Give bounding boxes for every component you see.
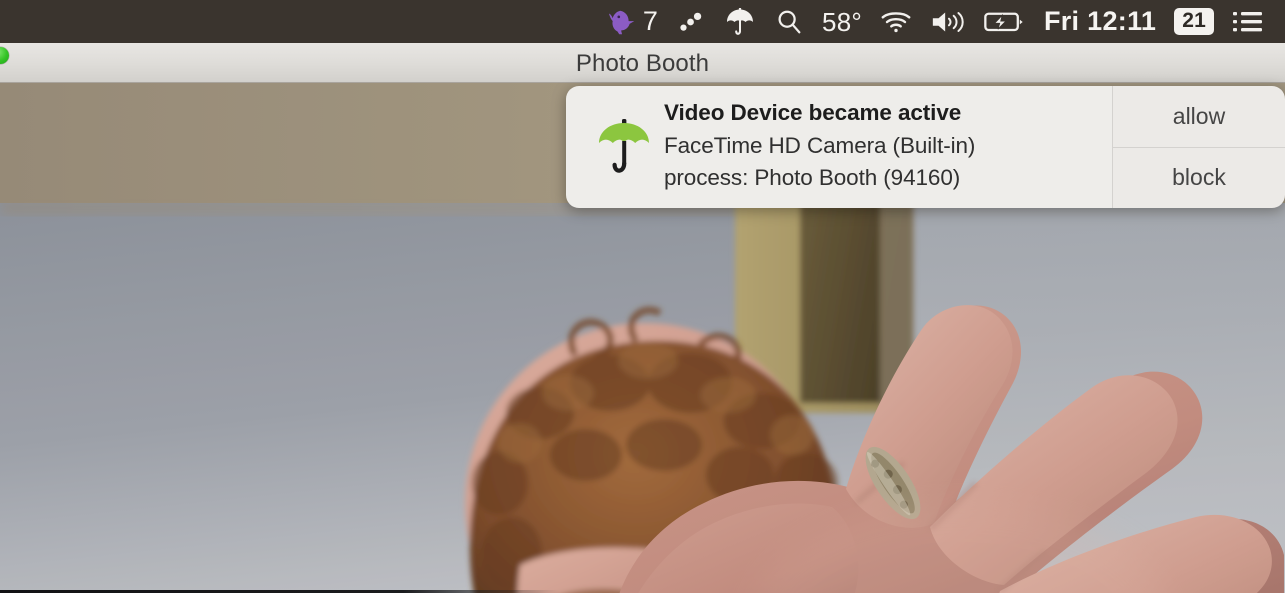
window-title: Photo Booth	[575, 50, 710, 77]
umbrella-icon	[588, 117, 660, 177]
menu-item-dots[interactable]	[667, 0, 715, 43]
calendar-day-badge: 21	[1174, 7, 1214, 36]
wifi-icon	[880, 8, 912, 36]
menu-item-calendar-day[interactable]: 21	[1165, 0, 1223, 43]
volume-icon	[930, 8, 966, 36]
notification-body: Video Device became active FaceTime HD C…	[566, 86, 1112, 208]
menu-item-clock[interactable]: Fri 12:11	[1035, 0, 1165, 43]
menu-item-griffin[interactable]: 7	[599, 0, 667, 43]
window-titlebar[interactable]: Photo Booth	[0, 43, 1285, 83]
notification-detail: process: Photo Booth (94160)	[664, 165, 961, 191]
umbrella-icon	[724, 6, 756, 38]
griffin-icon	[608, 7, 638, 37]
list-icon	[1232, 9, 1264, 35]
menu-item-volume[interactable]	[921, 0, 975, 43]
menu-bar: 7 58° Fri 12:11 21	[0, 0, 1285, 43]
notification-subtitle: FaceTime HD Camera (Built-in)	[664, 132, 976, 158]
block-button[interactable]: block	[1113, 148, 1285, 209]
notification-text: Video Device became active FaceTime HD C…	[660, 97, 975, 197]
menu-item-battery[interactable]	[975, 0, 1035, 43]
menu-item-wifi[interactable]	[871, 0, 921, 43]
battery-charging-icon	[984, 9, 1026, 35]
menu-item-micro-snitch[interactable]	[715, 0, 765, 43]
allow-button[interactable]: allow	[1113, 86, 1285, 148]
screen: Photo Booth 7 58° Fri 12:11 21 Video Dev…	[0, 0, 1285, 593]
griffin-count-label: 7	[642, 6, 659, 36]
notification-actions: allow block	[1112, 86, 1285, 208]
menu-item-spotlight[interactable]	[765, 0, 813, 43]
menu-item-weather[interactable]: 58°	[813, 0, 871, 43]
menu-item-notification-center[interactable]	[1223, 0, 1273, 43]
micro-snitch-notification[interactable]: Video Device became active FaceTime HD C…	[566, 86, 1285, 208]
search-icon	[774, 7, 804, 37]
three-dots-icon	[676, 7, 706, 37]
notification-title: Video Device became active	[664, 100, 962, 126]
